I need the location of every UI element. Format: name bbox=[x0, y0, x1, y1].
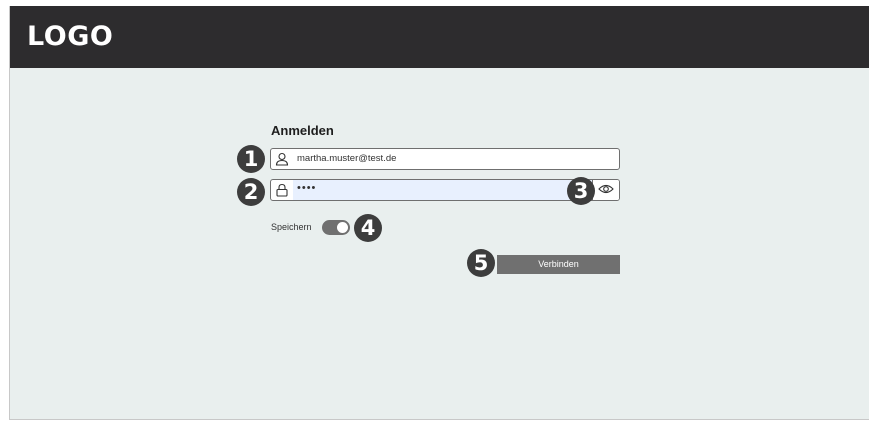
callout-badge-5: 5 bbox=[467, 249, 495, 277]
user-icon bbox=[275, 152, 289, 166]
save-toggle[interactable] bbox=[322, 220, 350, 235]
show-password-button[interactable] bbox=[592, 180, 619, 200]
header-bar: LOGO bbox=[10, 6, 869, 68]
callout-badge-4: 4 bbox=[354, 214, 382, 242]
save-label: Speichern bbox=[271, 222, 312, 232]
password-autofill-background bbox=[293, 180, 593, 200]
app-frame: LOGO Anmelden martha.muster@test.de ••••… bbox=[9, 6, 869, 420]
callout-badge-1: 1 bbox=[237, 145, 265, 173]
email-field[interactable]: martha.muster@test.de bbox=[270, 148, 620, 170]
logo: LOGO bbox=[27, 21, 114, 52]
callout-badge-3: 3 bbox=[567, 177, 595, 205]
connect-button[interactable]: Verbinden bbox=[497, 255, 620, 274]
password-value: •••• bbox=[297, 182, 317, 194]
callout-badge-2: 2 bbox=[237, 178, 265, 206]
lock-icon bbox=[276, 183, 288, 197]
toggle-knob bbox=[337, 222, 348, 233]
eye-icon bbox=[598, 184, 614, 194]
email-value: martha.muster@test.de bbox=[297, 153, 397, 164]
login-title: Anmelden bbox=[271, 123, 334, 138]
